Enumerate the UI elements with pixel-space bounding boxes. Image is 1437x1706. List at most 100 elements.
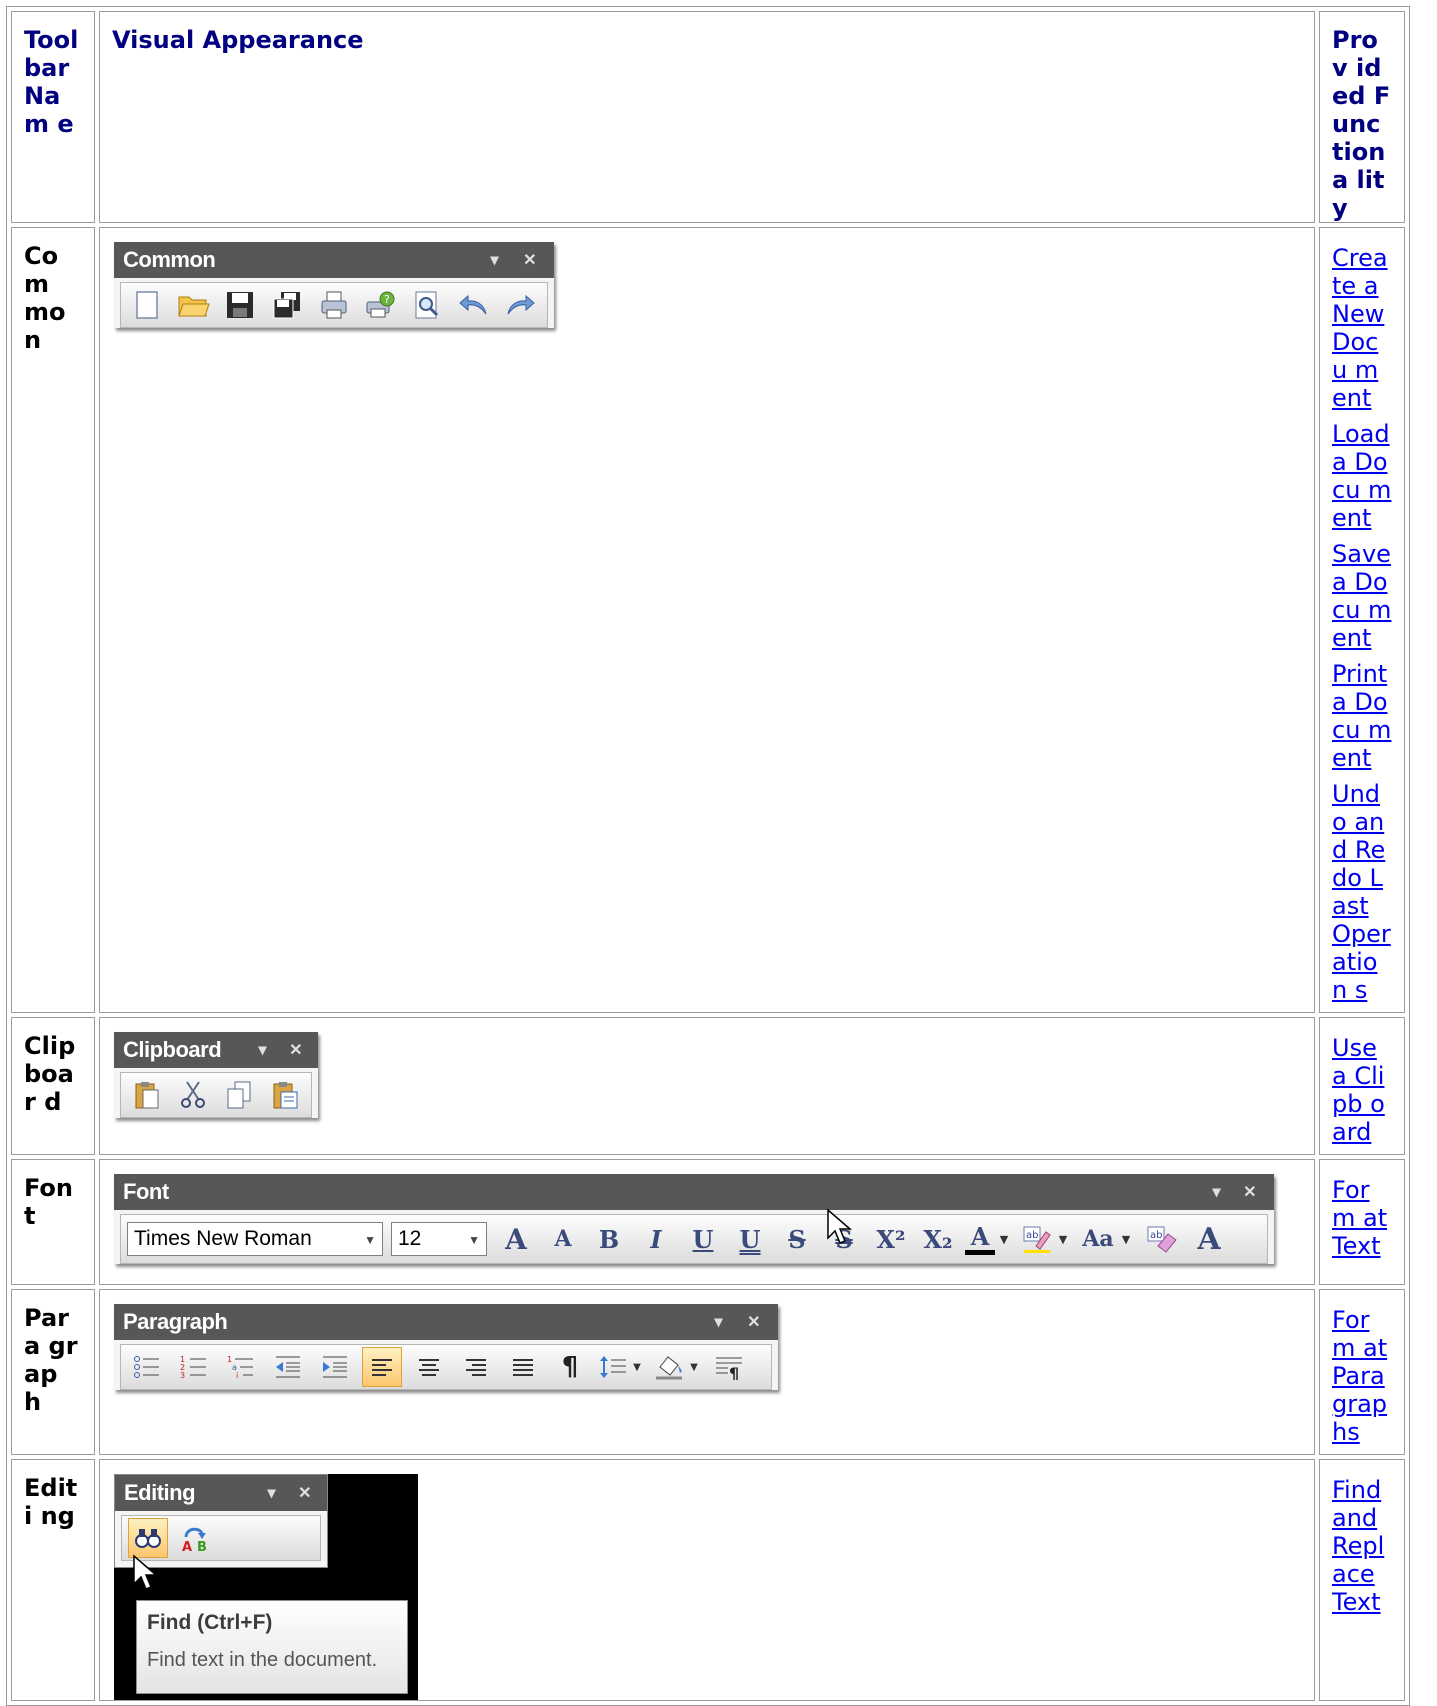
justify-icon[interactable] — [503, 1347, 543, 1387]
redo-icon[interactable] — [500, 285, 540, 325]
link-format-paragraphs[interactable]: Form at Para grap hs — [1332, 1306, 1392, 1446]
toolbar-name-editing: Editi ng — [24, 1474, 78, 1530]
show-hide-marks-icon[interactable]: ¶ — [550, 1347, 590, 1387]
paragraph-settings-icon[interactable]: ¶ — [709, 1347, 749, 1387]
editing-screenshot: Editing ▾ ✕ AB Find (Ctrl+F) Find text i… — [114, 1474, 418, 1700]
chevron-down-icon[interactable]: ▼ — [686, 1347, 702, 1387]
font-dialog-icon[interactable]: A — [1189, 1219, 1229, 1259]
chevron-down-icon: ▼ — [364, 1233, 376, 1247]
font-toolbar: Font ▾ ✕ Times New Roman ▼ 12 ▼ A A B I … — [114, 1174, 1274, 1264]
toolbar-title: Clipboard — [123, 1037, 222, 1062]
link-create-new-document[interactable]: Crea te a New Docu ment — [1332, 244, 1392, 412]
superscript-icon[interactable]: X² — [871, 1219, 911, 1259]
table-row-editing: Editi ng Editing ▾ ✕ AB Find (Ctrl+F) Fi… — [11, 1459, 1405, 1701]
svg-text:3: 3 — [180, 1371, 185, 1380]
header-provided-functionality: Prov ided Func tiona lity — [1332, 26, 1391, 222]
link-format-text[interactable]: Form at Text — [1332, 1176, 1392, 1260]
svg-text:¶: ¶ — [729, 1364, 739, 1380]
shading-icon[interactable] — [652, 1347, 686, 1387]
strikeout-icon[interactable]: S — [777, 1219, 817, 1259]
line-spacing-icon[interactable] — [597, 1347, 629, 1387]
decrease-indent-icon[interactable] — [268, 1347, 308, 1387]
chevron-down-icon: ▼ — [468, 1233, 480, 1247]
close-icon[interactable]: ✕ — [747, 1304, 760, 1342]
header-visual-appearance: Visual Appearance — [112, 26, 364, 54]
bullets-icon[interactable] — [127, 1347, 167, 1387]
table-row-paragraph: Para grap h Paragraph ▾ ✕ 123 1 a i ¶ ▼ … — [11, 1289, 1405, 1455]
link-use-clipboard[interactable]: Use a Clipb oard — [1332, 1034, 1392, 1146]
underline-icon[interactable]: U — [683, 1219, 723, 1259]
align-left-icon[interactable] — [362, 1347, 402, 1387]
bold-icon[interactable]: B — [589, 1219, 629, 1259]
cut-icon[interactable] — [173, 1075, 212, 1115]
open-folder-icon[interactable] — [174, 285, 214, 325]
mouse-cursor-icon — [827, 1208, 853, 1244]
svg-text:ab: ab — [1150, 1230, 1162, 1241]
subscript-icon[interactable]: X₂ — [918, 1219, 958, 1259]
copy-icon[interactable] — [219, 1075, 258, 1115]
link-print-document[interactable]: Print a Docu ment — [1332, 660, 1392, 772]
toolbar-title: Common — [123, 247, 216, 272]
numbering-icon[interactable]: 123 — [174, 1347, 214, 1387]
close-icon[interactable]: ✕ — [523, 242, 536, 280]
new-document-icon[interactable] — [127, 285, 167, 325]
paste-special-icon[interactable] — [265, 1075, 304, 1115]
toolbar-options-icon[interactable]: ▾ — [490, 242, 498, 280]
close-icon[interactable]: ✕ — [298, 1475, 311, 1513]
svg-text:ab: ab — [1026, 1230, 1038, 1241]
print-icon[interactable] — [314, 285, 354, 325]
chevron-down-icon[interactable]: ▼ — [629, 1347, 645, 1387]
multilevel-list-icon[interactable]: 1ai — [221, 1347, 261, 1387]
save-icon[interactable] — [220, 285, 260, 325]
double-underline-icon[interactable]: U — [730, 1219, 770, 1259]
close-icon[interactable]: ✕ — [289, 1032, 302, 1070]
chevron-down-icon[interactable]: ▼ — [995, 1219, 1013, 1259]
undo-icon[interactable] — [454, 285, 494, 325]
print-preview-help-icon[interactable]: ? — [360, 285, 400, 325]
table-row-clipboard: Clip boar d Clipboard ▾ ✕ Use a Clipb oa… — [11, 1017, 1405, 1155]
header-toolbar-name: Tool bar Nam e — [24, 26, 79, 138]
clear-formatting-icon[interactable]: ab — [1142, 1219, 1182, 1259]
toolbar-options-icon[interactable]: ▾ — [267, 1475, 275, 1513]
table-header-row: Tool bar Nam e Visual Appearance Prov id… — [11, 11, 1405, 223]
chevron-down-icon[interactable]: ▼ — [1054, 1219, 1072, 1259]
table-row-font: Font Font ▾ ✕ Times New Roman ▼ 12 ▼ A A… — [11, 1159, 1405, 1285]
common-toolbar: Common ▾ ✕ ? — [114, 242, 554, 328]
highlight-icon[interactable]: ab — [1020, 1219, 1054, 1259]
font-size-combo[interactable]: 12 ▼ — [391, 1222, 487, 1256]
toolbar-name-font: Font — [24, 1174, 73, 1230]
replace-icon[interactable]: AB — [175, 1518, 215, 1558]
increase-indent-icon[interactable] — [315, 1347, 355, 1387]
print-preview-icon[interactable] — [407, 285, 447, 325]
save-all-icon[interactable] — [267, 285, 307, 325]
toolbar-reference-table: Tool bar Nam e Visual Appearance Prov id… — [6, 6, 1410, 1706]
align-right-icon[interactable] — [456, 1347, 496, 1387]
italic-icon[interactable]: I — [636, 1219, 676, 1259]
link-find-replace-text[interactable]: Find and Repl ace Text — [1332, 1476, 1392, 1616]
link-undo-redo[interactable]: Undo and Redo Last Oper ation s — [1332, 780, 1392, 1004]
toolbar-name-common: Com mon — [24, 242, 66, 354]
change-case-icon[interactable]: Aa — [1079, 1219, 1117, 1259]
toolbar-options-icon[interactable]: ▾ — [714, 1304, 722, 1342]
align-center-icon[interactable] — [409, 1347, 449, 1387]
font-color-icon[interactable]: A — [965, 1222, 995, 1255]
close-icon[interactable]: ✕ — [1243, 1174, 1256, 1212]
link-load-document[interactable]: Load a Docu ment — [1332, 420, 1392, 532]
mouse-cursor-icon — [133, 1554, 159, 1590]
toolbar-title: Paragraph — [123, 1309, 228, 1334]
paragraph-toolbar: Paragraph ▾ ✕ 123 1ai ¶ ▼ ▼ ¶ — [114, 1304, 778, 1390]
paste-icon[interactable] — [127, 1075, 166, 1115]
svg-text:A: A — [182, 1540, 192, 1553]
chevron-down-icon[interactable]: ▼ — [1117, 1219, 1135, 1259]
font-name-combo[interactable]: Times New Roman ▼ — [127, 1222, 383, 1256]
find-icon[interactable] — [128, 1518, 168, 1558]
grow-font-icon[interactable]: A — [495, 1219, 537, 1259]
svg-text:?: ? — [384, 293, 390, 306]
shrink-font-icon[interactable]: A — [544, 1219, 582, 1259]
tooltip-description: Find text in the document. — [147, 1649, 378, 1671]
toolbar-options-icon[interactable]: ▾ — [1212, 1174, 1220, 1212]
font-size-value: 12 — [398, 1227, 422, 1250]
svg-text:B: B — [197, 1540, 207, 1553]
link-save-document[interactable]: Save a Docu ment — [1332, 540, 1392, 652]
toolbar-options-icon[interactable]: ▾ — [258, 1032, 266, 1070]
